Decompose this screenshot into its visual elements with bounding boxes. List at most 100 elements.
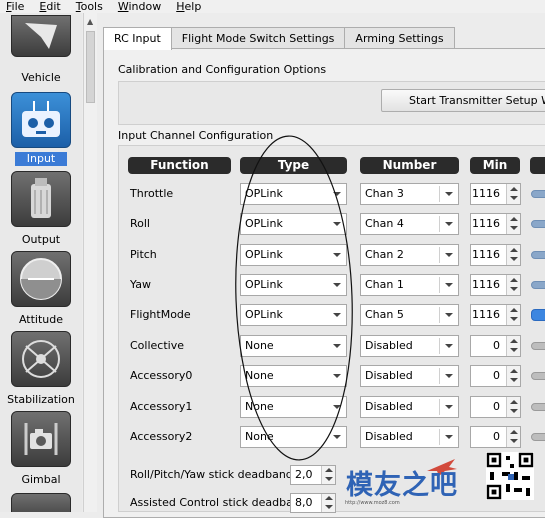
chevron-down-icon[interactable]	[445, 192, 453, 196]
min-spinbox[interactable]: 0	[470, 335, 521, 357]
spin-arrows-icon[interactable]	[506, 427, 520, 447]
type-combobox[interactable]: OPLink	[240, 244, 347, 266]
chevron-down-icon[interactable]	[445, 253, 453, 257]
min-spinbox[interactable]: 1116	[470, 183, 521, 205]
spin-arrows-icon[interactable]	[506, 245, 520, 265]
number-combobox[interactable]: Chan 5	[360, 304, 459, 326]
type-value: None	[245, 339, 274, 352]
attitude-icon[interactable]	[11, 251, 71, 307]
neutral-slider[interactable]	[531, 433, 545, 441]
tab-arming-settings[interactable]: Arming Settings	[344, 27, 455, 49]
number-combobox[interactable]: Chan 3	[360, 183, 459, 205]
number-combobox[interactable]: Chan 4	[360, 213, 459, 235]
spin-arrows-icon[interactable]	[321, 466, 335, 484]
spin-arrows-icon[interactable]	[506, 184, 520, 204]
sidebar-item-gimbal[interactable]: Gimbal	[0, 473, 82, 487]
chevron-down-icon[interactable]	[445, 344, 453, 348]
chevron-down-icon[interactable]	[445, 313, 453, 317]
type-combobox[interactable]: None	[240, 335, 347, 357]
chevron-down-icon[interactable]	[333, 253, 341, 257]
min-spinbox[interactable]: 1116	[470, 244, 521, 266]
neutral-slider[interactable]	[531, 220, 545, 228]
type-combobox[interactable]: None	[240, 396, 347, 418]
min-spinbox[interactable]: 1116	[470, 304, 521, 326]
rc-transmitter-icon[interactable]	[11, 92, 71, 148]
rpy-deadband-label: Roll/Pitch/Yaw stick deadband	[130, 468, 293, 481]
camera-icon[interactable]	[11, 411, 71, 467]
chevron-down-icon[interactable]	[445, 283, 453, 287]
type-combobox[interactable]: OPLink	[240, 274, 347, 296]
number-combobox[interactable]: Chan 1	[360, 274, 459, 296]
sidebar-item-vehicle[interactable]: Vehicle	[0, 71, 82, 85]
sidebar-item-attitude[interactable]: Attitude	[0, 313, 82, 327]
spin-arrows-icon[interactable]	[506, 214, 520, 234]
number-value: Disabled	[365, 400, 413, 413]
number-combobox[interactable]: Disabled	[360, 396, 459, 418]
start-transmitter-setup-wizard-button[interactable]: Start Transmitter Setup Wiza	[381, 89, 545, 112]
chevron-down-icon[interactable]	[333, 192, 341, 196]
sidebar-item-input[interactable]: Input	[15, 152, 67, 166]
min-value: 1116	[472, 248, 500, 261]
spin-arrows-icon[interactable]	[506, 336, 520, 356]
sidebar-item-output[interactable]: Output	[0, 233, 82, 247]
chevron-down-icon[interactable]	[445, 435, 453, 439]
neutral-slider[interactable]	[531, 190, 545, 198]
spin-arrows-icon[interactable]	[506, 397, 520, 417]
row-function-label: Throttle	[130, 187, 174, 200]
scroll-up-icon[interactable]: ▲	[87, 17, 93, 26]
menu-help[interactable]: Help	[176, 1, 201, 12]
channel-section-title: Input Channel Configuration	[118, 129, 274, 142]
spin-arrows-icon[interactable]	[321, 494, 335, 512]
type-combobox[interactable]: OPLink	[240, 304, 347, 326]
neutral-slider[interactable]	[531, 309, 545, 321]
type-combobox[interactable]: None	[240, 426, 347, 448]
menu-tools[interactable]: Tools	[76, 1, 103, 12]
chevron-down-icon[interactable]	[333, 405, 341, 409]
chevron-down-icon[interactable]	[333, 374, 341, 378]
min-spinbox[interactable]: 0	[470, 365, 521, 387]
chevron-down-icon[interactable]	[445, 222, 453, 226]
tab-flight-mode-switch-settings[interactable]: Flight Mode Switch Settings	[170, 27, 346, 49]
neutral-slider[interactable]	[531, 281, 545, 289]
sidebar-item-stabilization[interactable]: Stabilization	[0, 393, 82, 407]
chevron-down-icon[interactable]	[333, 313, 341, 317]
spin-arrows-icon[interactable]	[506, 275, 520, 295]
menu-edit[interactable]: Edit	[39, 1, 60, 12]
chevron-down-icon[interactable]	[445, 405, 453, 409]
number-combobox[interactable]: Chan 2	[360, 244, 459, 266]
watermark-text: 模友之吧	[346, 470, 458, 501]
next-module-icon[interactable]	[11, 493, 71, 512]
stabilization-icon[interactable]	[11, 331, 71, 387]
chevron-down-icon[interactable]	[333, 435, 341, 439]
rpy-deadband-spinbox[interactable]: 2,0	[290, 465, 336, 485]
menu-file[interactable]: File	[6, 1, 24, 12]
scrollbar-thumb[interactable]	[86, 31, 95, 103]
tab-rc-input[interactable]: RC Input	[103, 27, 172, 50]
neutral-slider[interactable]	[531, 403, 545, 411]
type-combobox[interactable]: OPLink	[240, 183, 347, 205]
min-spinbox[interactable]: 1116	[470, 274, 521, 296]
number-combobox[interactable]: Disabled	[360, 365, 459, 387]
chevron-down-icon[interactable]	[333, 283, 341, 287]
min-spinbox[interactable]: 1116	[470, 213, 521, 235]
spin-arrows-icon[interactable]	[506, 366, 520, 386]
min-spinbox[interactable]: 0	[470, 426, 521, 448]
vehicle-icon[interactable]	[11, 15, 71, 57]
menu-window[interactable]: Window	[118, 1, 161, 12]
chevron-down-icon[interactable]	[333, 222, 341, 226]
sidebar-scrollbar[interactable]: ▲	[83, 13, 97, 512]
chevron-down-icon[interactable]	[445, 374, 453, 378]
neutral-slider[interactable]	[531, 342, 545, 350]
motor-icon[interactable]	[11, 171, 71, 227]
spin-arrows-icon[interactable]	[506, 305, 520, 325]
min-spinbox[interactable]: 0	[470, 396, 521, 418]
number-value: Chan 5	[365, 308, 404, 321]
assisted-deadband-spinbox[interactable]: 8,0	[290, 493, 336, 513]
neutral-slider[interactable]	[531, 251, 545, 259]
number-combobox[interactable]: Disabled	[360, 426, 459, 448]
neutral-slider[interactable]	[531, 372, 545, 380]
type-combobox[interactable]: None	[240, 365, 347, 387]
chevron-down-icon[interactable]	[333, 344, 341, 348]
number-combobox[interactable]: Disabled	[360, 335, 459, 357]
type-combobox[interactable]: OPLink	[240, 213, 347, 235]
